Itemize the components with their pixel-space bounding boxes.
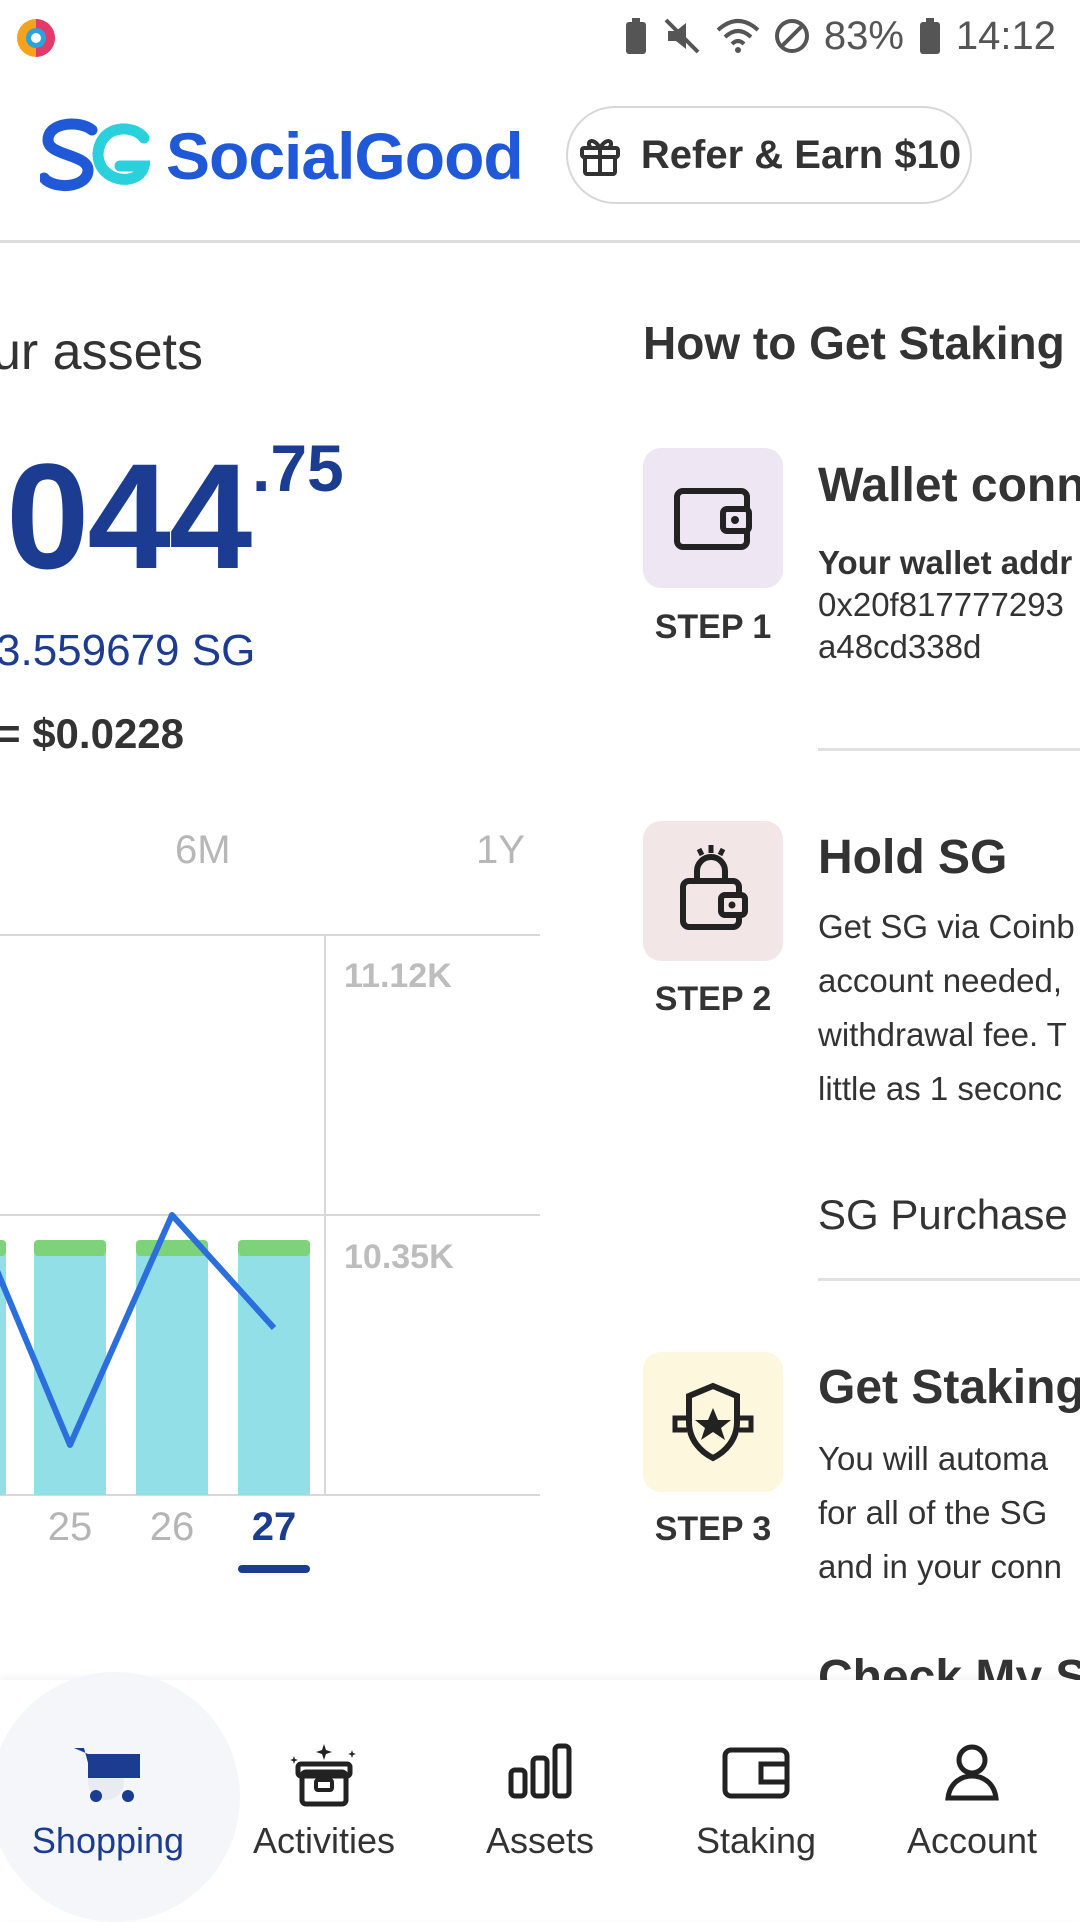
person-icon	[945, 1744, 999, 1801]
step-3-text-line-1: You will automa	[818, 1440, 1048, 1477]
nav-account[interactable]: Account	[864, 1680, 1080, 1920]
sg-purchase-link[interactable]: SG Purchase	[818, 1188, 1068, 1242]
nav-assets-label: Assets	[485, 1820, 595, 1861]
sg-amount: 3.559679 SG	[0, 626, 256, 675]
staking-title: How to Get Staking	[643, 317, 1065, 369]
wifi-icon	[716, 19, 760, 53]
bar-top	[0, 1240, 6, 1256]
nav-shopping[interactable]: Shopping	[0, 1672, 240, 1922]
wallet-address-line-1: 0x20f817777293	[818, 586, 1064, 623]
step-2-label: STEP 2	[654, 980, 772, 1018]
brand-logo-icon[interactable]	[38, 116, 152, 201]
sg-rate: = $0.0228	[0, 710, 185, 757]
battery-percent: 83%	[823, 13, 904, 58]
step-2-text-line-2: account needed,	[818, 962, 1063, 999]
bar	[34, 1254, 106, 1495]
cart-icon	[74, 1748, 140, 1802]
refer-earn-label: Refer & Earn $10	[640, 132, 962, 177]
nav-account-label: Account	[906, 1820, 1038, 1861]
step-2-text-line-3: withdrawal fee. T	[818, 1016, 1067, 1053]
step-1-subtitle: Your wallet addr	[818, 544, 1073, 581]
clock: 14:12	[955, 13, 1056, 58]
step-3-text-line-3: and in your conn	[818, 1548, 1063, 1585]
step-2-divider	[818, 1278, 1080, 1281]
asset-value-cents: .75	[252, 431, 344, 505]
nav-assets[interactable]: Assets	[432, 1680, 648, 1920]
shield-star-icon	[672, 1382, 754, 1462]
step-3-text-line-2: for all of the SG	[818, 1494, 1048, 1531]
battery-saver-icon	[625, 18, 646, 54]
nav-activities[interactable]: Activities	[216, 1680, 432, 1920]
wallet-address-line-2: a48cd338d	[818, 628, 982, 665]
refer-earn-button[interactable]: Refer & Earn $10	[566, 106, 972, 204]
bar	[136, 1254, 208, 1495]
x-tick-label: 25	[48, 1505, 93, 1549]
nav-activities-label: Activities	[252, 1820, 396, 1861]
brand-name: SocialGood	[166, 119, 524, 193]
nav-shopping-label: Shopping	[31, 1820, 185, 1861]
step-3-icon-box	[643, 1352, 783, 1492]
bar-top	[238, 1240, 310, 1256]
step-1-label: STEP 1	[654, 608, 772, 646]
asset-chart[interactable]: 11.12K 10.35K 25 26 27	[0, 930, 545, 1550]
lock-wallet-icon	[680, 845, 748, 930]
mute-icon	[664, 18, 700, 54]
assets-title: ur assets	[0, 323, 203, 381]
y-tick-label: 11.12K	[344, 957, 452, 995]
nav-staking-label: Staking	[695, 1820, 817, 1861]
step-3-label: STEP 3	[654, 1510, 772, 1548]
wallet-icon	[722, 1747, 790, 1799]
selected-day-indicator	[238, 1565, 310, 1573]
bar-top	[34, 1240, 106, 1256]
step-2-icon-box	[643, 821, 783, 961]
app-notification-icon	[14, 16, 58, 65]
range-tab-6m[interactable]: 6M	[175, 828, 231, 873]
step-2-text-line-1: Get SG via Coinb	[818, 908, 1075, 945]
blocked-icon	[774, 19, 809, 53]
step-2-text-line-4: little as 1 seconc	[818, 1070, 1062, 1107]
range-tab-1y[interactable]: 1Y	[476, 828, 525, 873]
step-1-icon-box	[643, 448, 783, 588]
asset-value: 044	[6, 432, 252, 600]
wallet-icon	[674, 488, 752, 550]
step-1-title: Wallet conn	[818, 459, 1080, 512]
step-1-divider	[818, 748, 1080, 751]
status-bar: 83% 14:12	[0, 0, 1080, 72]
bar	[238, 1254, 310, 1495]
y-tick-label: 10.35K	[344, 1238, 454, 1276]
bar-chart-icon	[508, 1743, 572, 1799]
status-icons: 83% 14:12	[624, 12, 1056, 60]
bottom-navigation: Shopping Activities Assets Staking Accou…	[0, 1672, 1080, 1922]
battery-icon	[919, 18, 940, 54]
x-tick-label: 26	[150, 1505, 195, 1549]
header-divider	[0, 240, 1080, 243]
nav-staking[interactable]: Staking	[648, 1680, 864, 1920]
gift-icon	[579, 139, 620, 176]
gift-box-icon	[290, 1744, 356, 1807]
x-tick-label: 27	[252, 1505, 297, 1549]
step-3-title: Get Staking	[818, 1361, 1080, 1414]
step-2-title: Hold SG	[818, 831, 1008, 884]
